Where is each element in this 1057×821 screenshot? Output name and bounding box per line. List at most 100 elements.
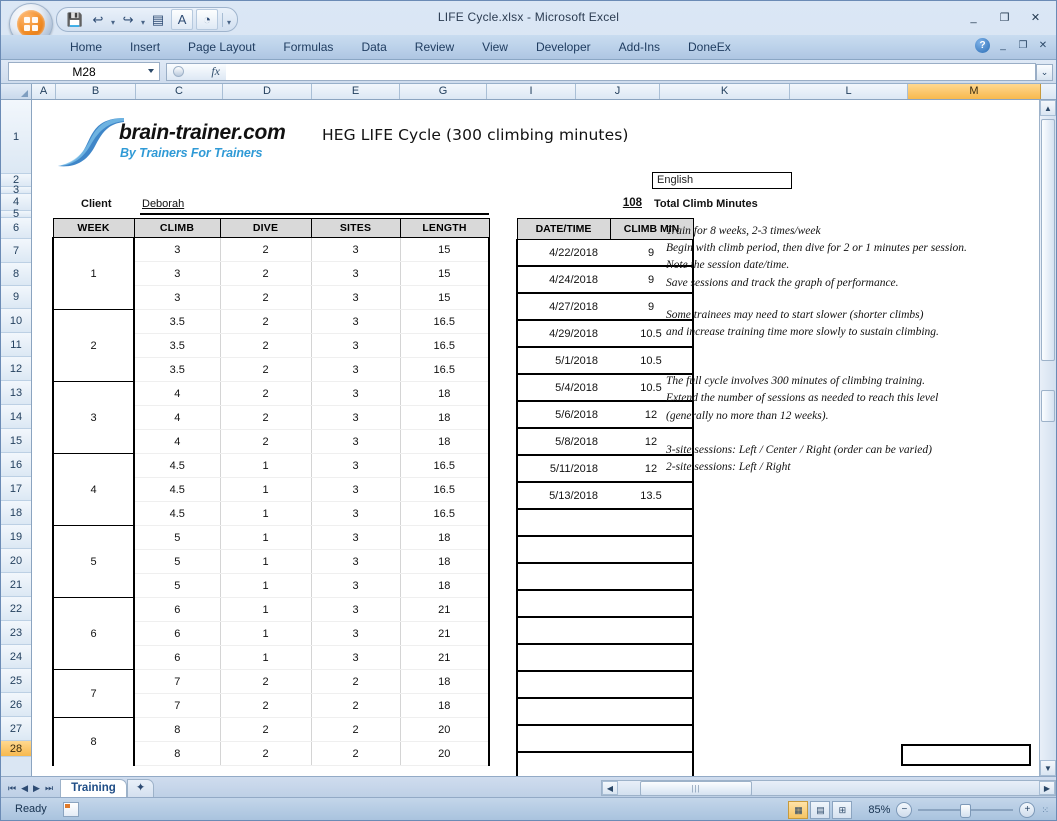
log-date-cell[interactable]: [516, 563, 610, 591]
log-date-cell[interactable]: 5/8/2018: [516, 428, 610, 456]
log-date-cell[interactable]: [516, 644, 610, 672]
zoom-slider[interactable]: [918, 803, 1014, 818]
climb-cell[interactable]: 4.5: [134, 477, 221, 502]
length-cell[interactable]: 21: [400, 621, 490, 646]
column-header-k[interactable]: K: [660, 84, 790, 99]
log-date-cell[interactable]: 5/1/2018: [516, 347, 610, 375]
minimize-ribbon-icon[interactable]: _: [996, 40, 1010, 51]
sites-cell[interactable]: 3: [311, 597, 401, 622]
sites-cell[interactable]: 2: [311, 717, 401, 742]
page-break-view-icon[interactable]: ⊞: [832, 801, 853, 819]
column-header-d[interactable]: D: [223, 84, 312, 99]
climb-cell[interactable]: 3: [134, 285, 221, 310]
log-minutes-cell[interactable]: [610, 752, 694, 776]
row-header-22[interactable]: 22: [1, 597, 31, 621]
length-cell[interactable]: 18: [400, 525, 490, 550]
column-header-a[interactable]: A: [32, 84, 56, 99]
scroll-down-icon[interactable]: ▼: [1040, 760, 1056, 776]
length-cell[interactable]: 18: [400, 573, 490, 598]
sites-cell[interactable]: 3: [311, 309, 401, 334]
vertical-scrollbar[interactable]: ▲ ▼: [1039, 100, 1056, 776]
log-date-cell[interactable]: [516, 752, 610, 776]
row-header-23[interactable]: 23: [1, 621, 31, 645]
log-row[interactable]: [516, 725, 694, 753]
log-date-cell[interactable]: [516, 671, 610, 699]
climb-cell[interactable]: 7: [134, 669, 221, 694]
length-cell[interactable]: 15: [400, 285, 490, 310]
zoom-out-button[interactable]: −: [896, 802, 913, 818]
first-sheet-icon[interactable]: ⏮: [8, 783, 16, 794]
row-header-11[interactable]: 11: [1, 333, 31, 357]
log-minutes-cell[interactable]: [610, 563, 694, 591]
dive-cell[interactable]: 2: [220, 669, 312, 694]
log-date-cell[interactable]: 4/29/2018: [516, 320, 610, 348]
dive-cell[interactable]: 2: [220, 333, 312, 358]
row-header-13[interactable]: 13: [1, 381, 31, 405]
log-date-cell[interactable]: [516, 509, 610, 537]
row-header-12[interactable]: 12: [1, 357, 31, 381]
vertical-scroll-thumb-lower[interactable]: [1041, 390, 1055, 422]
climb-cell[interactable]: 7: [134, 693, 221, 718]
row-header-25[interactable]: 25: [1, 669, 31, 693]
tab-page-layout[interactable]: Page Layout: [174, 35, 269, 59]
tab-developer[interactable]: Developer: [522, 35, 605, 59]
column-header-m[interactable]: M: [908, 84, 1041, 99]
macro-record-icon[interactable]: [62, 801, 79, 817]
row-header-28[interactable]: 28: [1, 741, 31, 757]
dive-cell[interactable]: 2: [220, 693, 312, 718]
dive-cell[interactable]: 1: [220, 477, 312, 502]
tab-add-ins[interactable]: Add-Ins: [605, 35, 674, 59]
row-header-17[interactable]: 17: [1, 477, 31, 501]
zoom-slider-knob[interactable]: [960, 804, 972, 818]
log-minutes-cell[interactable]: [610, 617, 694, 645]
length-cell[interactable]: 20: [400, 717, 490, 742]
dive-cell[interactable]: 1: [220, 501, 312, 526]
column-header-b[interactable]: B: [56, 84, 136, 99]
sites-cell[interactable]: 3: [311, 501, 401, 526]
row-header-27[interactable]: 27: [1, 717, 31, 741]
row-header-20[interactable]: 20: [1, 549, 31, 573]
sites-cell[interactable]: 3: [311, 381, 401, 406]
log-row[interactable]: [516, 536, 694, 564]
log-row[interactable]: [516, 509, 694, 537]
log-date-cell[interactable]: 4/22/2018: [516, 239, 610, 267]
sites-cell[interactable]: 3: [311, 453, 401, 478]
table-row[interactable]: 8 8 2 2 20: [52, 717, 490, 766]
length-cell[interactable]: 16.5: [400, 309, 490, 334]
select-all-button[interactable]: [1, 84, 32, 99]
sites-cell[interactable]: 2: [311, 669, 401, 694]
table-row[interactable]: 5 5 1 3 18: [52, 525, 490, 598]
length-cell[interactable]: 18: [400, 549, 490, 574]
log-row[interactable]: [516, 563, 694, 591]
insert-function-group[interactable]: fx: [166, 62, 226, 81]
climb-cell[interactable]: 5: [134, 573, 221, 598]
table-row[interactable]: 2 3.5 2 3 16.5: [52, 309, 490, 382]
log-date-cell[interactable]: 4/24/2018: [516, 266, 610, 294]
dive-cell[interactable]: 1: [220, 525, 312, 550]
sites-cell[interactable]: 2: [311, 741, 401, 766]
dive-cell[interactable]: 2: [220, 429, 312, 454]
length-cell[interactable]: 21: [400, 597, 490, 622]
scroll-right-icon[interactable]: ▶: [1039, 781, 1055, 795]
row-header-5[interactable]: 5: [1, 208, 31, 220]
tab-data[interactable]: Data: [347, 35, 400, 59]
climb-cell[interactable]: 4: [134, 429, 221, 454]
length-cell[interactable]: 18: [400, 669, 490, 694]
log-row[interactable]: 5/13/2018 13.5: [516, 482, 694, 510]
length-cell[interactable]: 16.5: [400, 477, 490, 502]
climb-cell[interactable]: 5: [134, 525, 221, 550]
length-cell[interactable]: 15: [400, 237, 490, 262]
log-date-cell[interactable]: 5/11/2018: [516, 455, 610, 483]
tab-view[interactable]: View: [468, 35, 522, 59]
dive-cell[interactable]: 2: [220, 309, 312, 334]
dive-cell[interactable]: 1: [220, 621, 312, 646]
climb-cell[interactable]: 8: [134, 717, 221, 742]
row-header-21[interactable]: 21: [1, 573, 31, 597]
table-row[interactable]: 6 6 1 3 21: [52, 597, 490, 670]
formula-input[interactable]: [226, 62, 1036, 81]
row-header-3[interactable]: 3: [1, 184, 31, 196]
sheet-tab-training[interactable]: Training: [60, 779, 127, 797]
row-header-7[interactable]: 7: [1, 239, 31, 263]
sites-cell[interactable]: 3: [311, 549, 401, 574]
dive-cell[interactable]: 2: [220, 237, 312, 262]
